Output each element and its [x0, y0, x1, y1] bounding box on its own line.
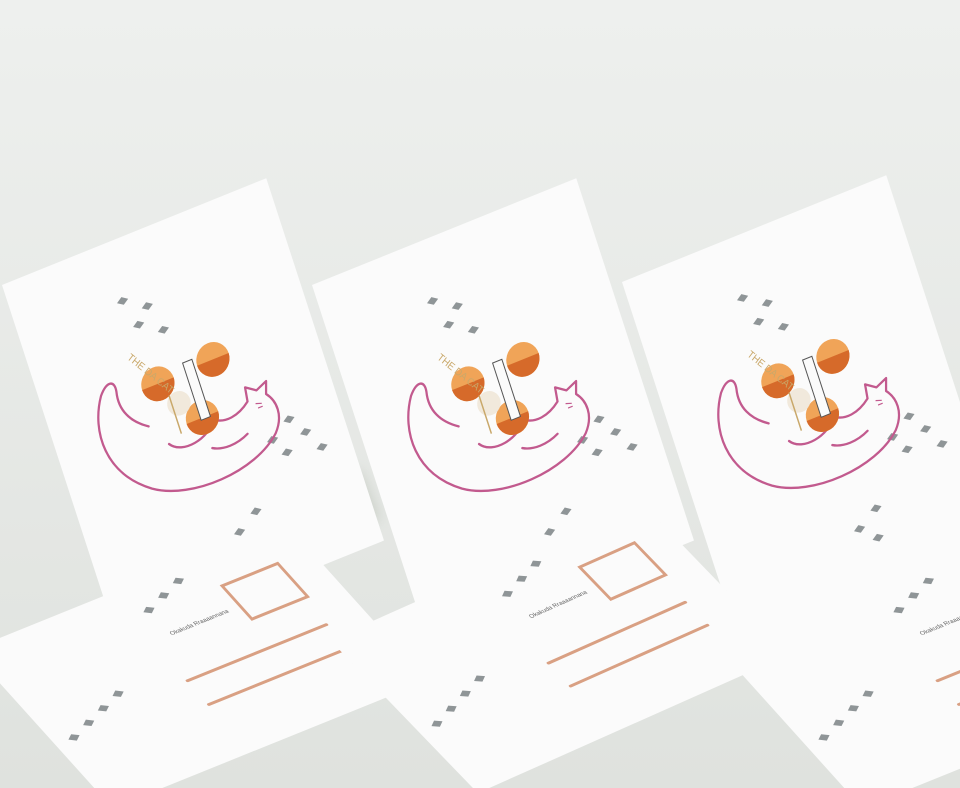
product-photo-scene: THE DA CAT THE DA CAT THE DA CAT Okakuda… [0, 0, 960, 788]
